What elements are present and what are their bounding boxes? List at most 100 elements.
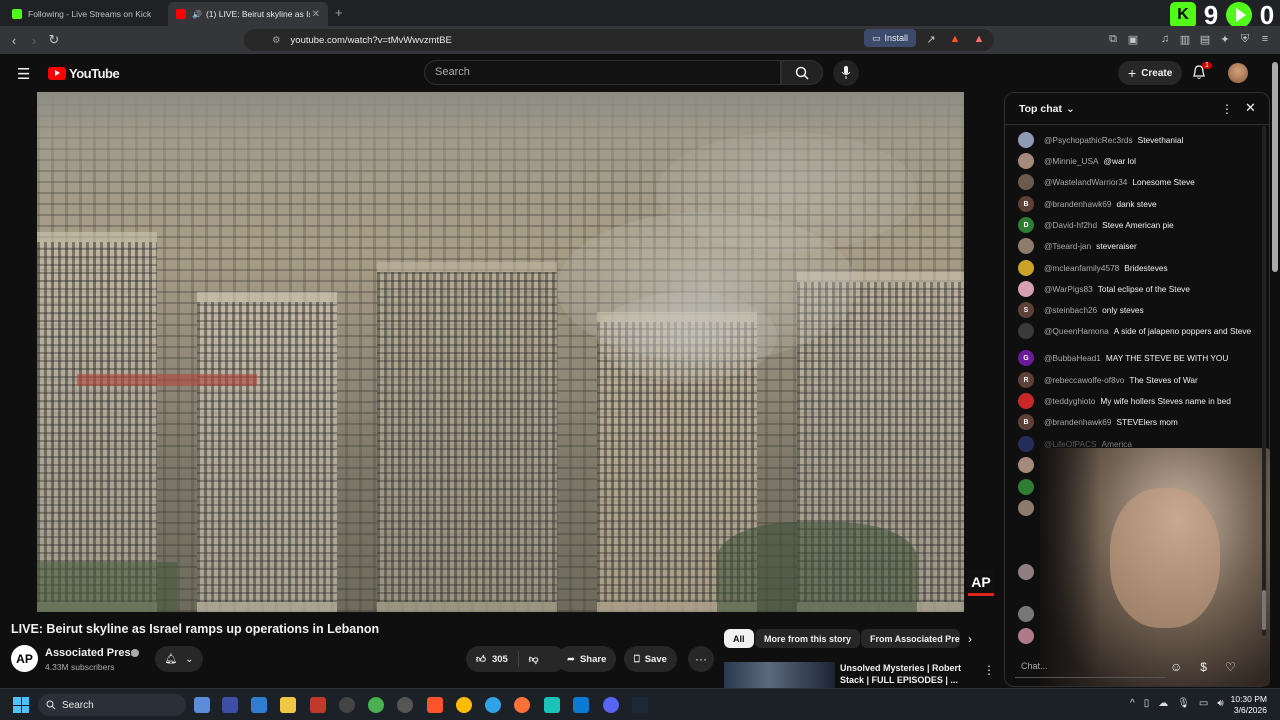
search-button[interactable] xyxy=(781,60,823,85)
chat-author-avatar[interactable] xyxy=(1018,260,1034,276)
chrome-icon[interactable] xyxy=(456,697,472,713)
edge-icon[interactable] xyxy=(485,697,501,713)
new-tab-button[interactable]: + xyxy=(335,5,343,20)
chat-author-avatar[interactable] xyxy=(1018,132,1034,148)
app-icon[interactable] xyxy=(339,697,355,713)
chip-from-channel[interactable]: From Associated Pre xyxy=(861,629,960,648)
brave-shields-icon[interactable]: ▲ xyxy=(948,32,962,46)
share-button[interactable]: ➦ Share xyxy=(557,646,617,672)
network-icon[interactable]: ▭ xyxy=(1199,698,1208,709)
chat-author-name[interactable]: @QueenHamona xyxy=(1044,326,1109,336)
media-icon[interactable]: ♫ xyxy=(1158,32,1172,46)
chat-mode-selector[interactable]: Top chat xyxy=(1019,103,1062,115)
screenshot-icon[interactable]: ▣ xyxy=(1126,32,1140,46)
chat-author-avatar[interactable] xyxy=(1018,153,1034,169)
chevron-up-icon[interactable]: ^ xyxy=(1130,698,1135,709)
task-view-icon[interactable] xyxy=(194,697,210,713)
discord-icon[interactable] xyxy=(603,697,619,713)
close-icon[interactable]: ✕ xyxy=(1245,100,1256,116)
chat-author-avatar[interactable]: B xyxy=(1018,414,1034,430)
extensions-icon[interactable]: ⧉ xyxy=(1106,32,1120,46)
app-icon[interactable] xyxy=(368,697,384,713)
chat-menu-icon[interactable]: ⋮ xyxy=(1221,102,1233,116)
leo-ai-icon[interactable]: ✦ xyxy=(1218,32,1232,46)
chat-author-name[interactable]: @BubbaHead1 xyxy=(1044,353,1101,363)
recommended-title[interactable]: Unsolved Mysteries | Robert Stack | FULL… xyxy=(840,662,970,686)
heart-icon[interactable]: ♡ xyxy=(1225,660,1236,674)
search-input[interactable]: Search xyxy=(424,60,781,85)
sidebar-icon[interactable]: ▥ xyxy=(1178,32,1192,46)
chat-input[interactable]: Chat... xyxy=(1015,656,1165,678)
vpn-icon[interactable]: ⛨ xyxy=(1238,32,1252,46)
chat-author-avatar[interactable] xyxy=(1018,323,1034,339)
subscription-bell-button[interactable]: 🔔︎ ⌄ xyxy=(155,646,203,672)
close-tab-icon[interactable]: ✕ xyxy=(312,9,320,20)
chevron-right-icon[interactable]: › xyxy=(968,632,972,646)
chat-scrollbar-thumb[interactable] xyxy=(1262,590,1266,630)
share-page-icon[interactable]: ↗ xyxy=(924,32,938,46)
taskbar-search[interactable]: Search xyxy=(38,694,186,716)
vscode-icon[interactable] xyxy=(573,697,589,713)
app-icon[interactable] xyxy=(251,697,267,713)
chat-author-name[interactable]: @WarPigs83 xyxy=(1044,284,1093,294)
reload-icon[interactable]: ↻ xyxy=(44,30,64,50)
app-icon[interactable] xyxy=(222,697,238,713)
chat-author-name[interactable]: @David-hf2hd xyxy=(1044,220,1097,230)
chat-author-avatar[interactable] xyxy=(1018,281,1034,297)
emoji-icon[interactable]: ☺ xyxy=(1170,660,1182,674)
voice-search-button[interactable] xyxy=(833,60,859,86)
cloud-icon[interactable]: ☁ xyxy=(1158,698,1168,709)
super-chat-icon[interactable]: $ xyxy=(1200,660,1207,674)
chat-author-name[interactable]: @teddyghioto xyxy=(1044,396,1095,406)
rewards-icon[interactable]: ▲ xyxy=(972,32,986,46)
chat-author-name[interactable]: @brandenhawk69 xyxy=(1044,417,1111,427)
forward-icon[interactable]: › xyxy=(24,30,44,50)
youtube-logo[interactable]: YouTube xyxy=(48,66,120,81)
tab-youtube[interactable]: 🔊 (1) LIVE: Beirut skyline as Isra ✕ xyxy=(168,2,328,26)
chat-author-name[interactable]: @rebeccawolfe-of8vo xyxy=(1044,375,1124,385)
chat-author-avatar[interactable] xyxy=(1018,174,1034,190)
brave-browser-icon[interactable] xyxy=(427,697,443,713)
recommended-thumbnail[interactable] xyxy=(724,662,835,688)
file-explorer-icon[interactable] xyxy=(280,697,296,713)
video-player[interactable] xyxy=(37,92,964,612)
dislike-button[interactable]: 👎︎ xyxy=(519,653,549,665)
create-button[interactable]: + Create xyxy=(1118,61,1183,85)
chip-all[interactable]: All xyxy=(724,629,754,648)
app-tray-icon[interactable]: ▯ xyxy=(1144,698,1150,709)
chat-author-name[interactable]: @Minnie_USA xyxy=(1044,156,1099,166)
back-icon[interactable]: ‹ xyxy=(4,30,24,50)
chat-author-avatar[interactable] xyxy=(1018,238,1034,254)
chat-author-avatar[interactable]: G xyxy=(1018,350,1034,366)
chevron-down-icon[interactable]: ⌄ xyxy=(1066,103,1075,115)
volume-icon[interactable]: 🔊︎ xyxy=(1217,698,1223,709)
steam-icon[interactable] xyxy=(632,697,648,713)
more-actions-button[interactable]: ··· xyxy=(688,646,714,672)
taskbar-clock[interactable]: 10:30 PM 3/6/2026 xyxy=(1227,694,1267,716)
chat-author-avatar[interactable]: S xyxy=(1018,302,1034,318)
site-info-icon[interactable]: ⚙ xyxy=(272,35,281,46)
page-scrollbar[interactable] xyxy=(1272,62,1278,272)
chat-author-avatar[interactable] xyxy=(1018,436,1034,452)
chat-author-avatar[interactable]: D xyxy=(1018,217,1034,233)
channel-avatar[interactable]: AP xyxy=(11,645,38,672)
chat-author-name[interactable]: @steinbach26 xyxy=(1044,305,1097,315)
chat-author-avatar[interactable] xyxy=(1018,393,1034,409)
install-button[interactable]: ▭ Install xyxy=(864,29,917,47)
chat-author-avatar[interactable]: R xyxy=(1018,372,1034,388)
recommended-more-icon[interactable]: ⋮ xyxy=(983,663,995,677)
windows-start-icon[interactable] xyxy=(13,697,29,713)
tab-kick[interactable]: Following - Live Streams on Kick xyxy=(4,2,164,26)
app-icon[interactable] xyxy=(310,697,326,713)
wallet-icon[interactable]: ▤ xyxy=(1198,32,1212,46)
menu-icon[interactable]: ≡ xyxy=(1258,32,1272,46)
chip-more-from-story[interactable]: More from this story xyxy=(755,629,861,648)
chat-author-name[interactable]: @mcleanfamily4578 xyxy=(1044,263,1119,273)
firefox-icon[interactable] xyxy=(514,697,530,713)
microphone-icon[interactable]: 🎙︎ xyxy=(1177,698,1190,709)
app-icon[interactable] xyxy=(397,697,413,713)
chat-author-name[interactable]: @WastelandWarrior34 xyxy=(1044,177,1127,187)
user-avatar[interactable] xyxy=(1228,63,1248,83)
chat-author-name[interactable]: @Tseard-jan xyxy=(1044,241,1091,251)
channel-name[interactable]: Associated Press xyxy=(45,647,137,659)
